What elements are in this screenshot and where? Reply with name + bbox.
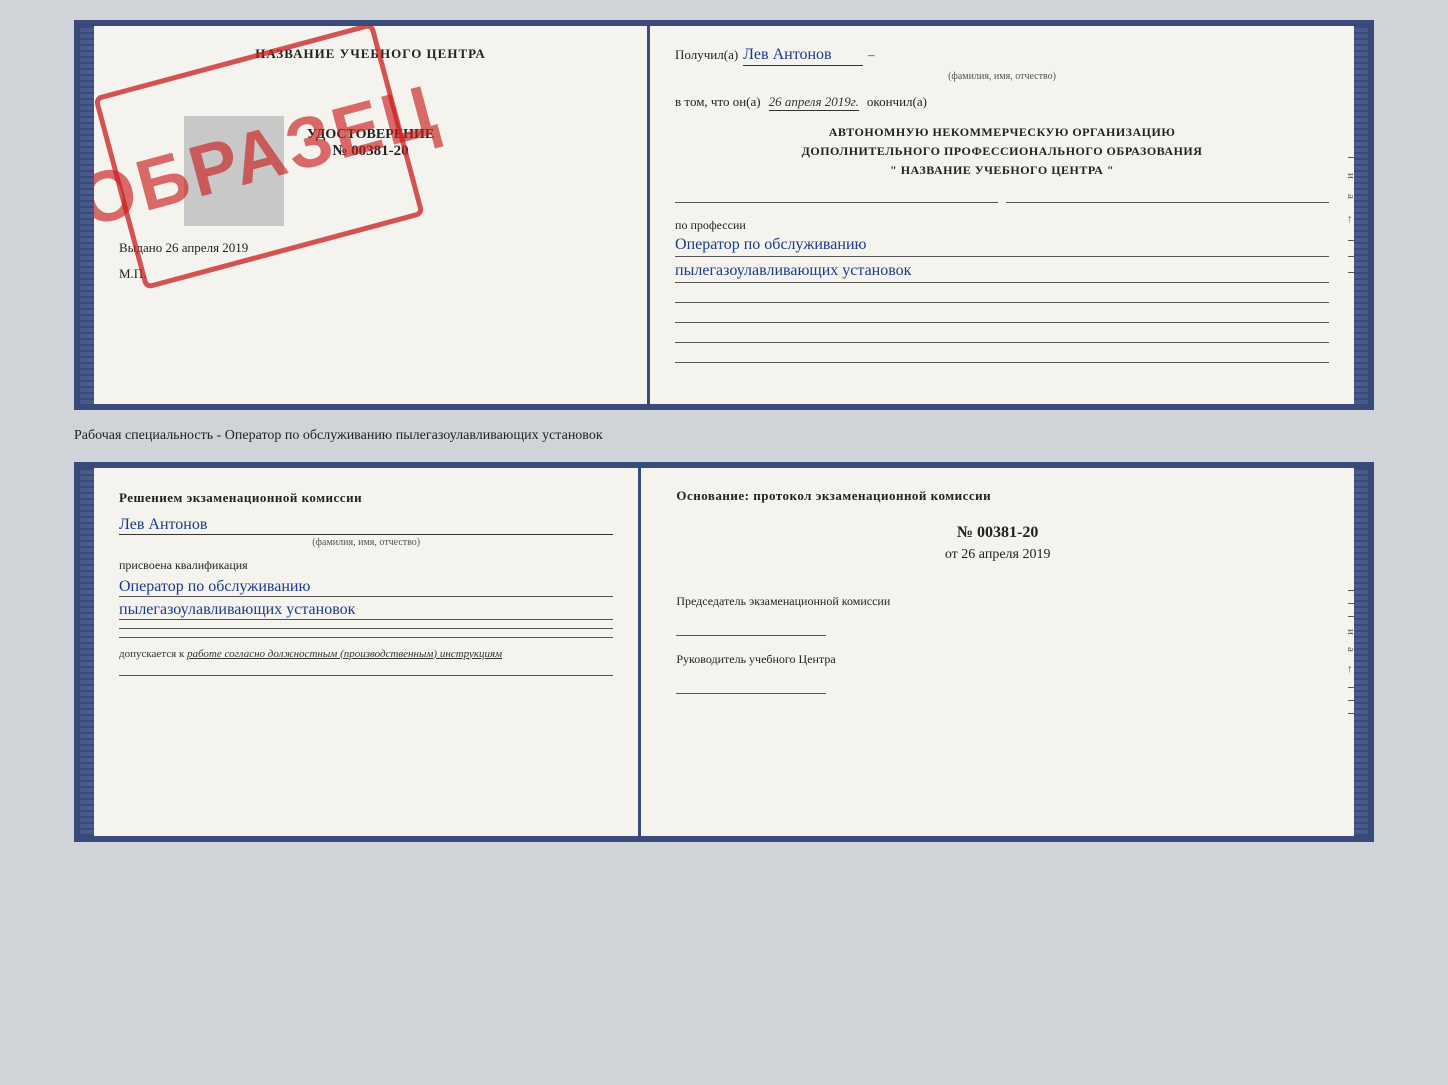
cert-date-value: 26 апреля 2019г.: [769, 94, 859, 111]
poluchil-name: Лев Антонов: [743, 46, 863, 66]
right-line-1: [675, 291, 1329, 303]
right-dash-2: [1006, 191, 1329, 203]
ot-prefix: от: [945, 547, 958, 562]
date-line: в том, что он(а) 26 апреля 2019г. окончи…: [675, 94, 1329, 111]
bottom-line-1: [119, 628, 613, 629]
right-line-2: [675, 311, 1329, 323]
bottom-line-3: [119, 675, 613, 676]
bottom-name-value: Лев Антонов: [119, 516, 613, 535]
org-line3: " НАЗВАНИЕ УЧЕБНОГО ЦЕНТРА ": [675, 161, 1329, 180]
predsedatel-block: Председатель экзаменационной комиссии: [676, 593, 1319, 636]
document-container: НАЗВАНИЕ УЧЕБНОГО ЦЕНТРА ОБРАЗЕЦ УДОСТОВ…: [74, 20, 1374, 842]
cert-left-title: НАЗВАНИЕ УЧЕБНОГО ЦЕНТРА: [119, 46, 622, 62]
bottom-left-panel: Решением экзаменационной комиссии Лев Ан…: [94, 468, 641, 836]
cert-right-panel: Получил(а) Лев Антонов – (фамилия, имя, …: [650, 26, 1354, 404]
poluchil-label: Получил(а): [675, 47, 738, 63]
profession-line2: пылегазоулавливающих установок: [675, 262, 1329, 283]
org-line1: АВТОНОМНУЮ НЕКОММЕРЧЕСКУЮ ОРГАНИЗАЦИЮ: [675, 123, 1329, 142]
bottom-right-sidebar: и а ←: [1340, 468, 1362, 836]
vtom-label: в том, что он(а): [675, 94, 761, 110]
bottom-right-panel: Основание: протокол экзаменационной коми…: [641, 468, 1354, 836]
resheniem-title: Решением экзаменационной комиссии: [119, 488, 613, 508]
cert-mp: М.П.: [119, 266, 622, 282]
cert-right-sidebar: и а ←: [1340, 26, 1362, 404]
predsedatel-line: [676, 635, 826, 636]
rukovoditel-line: [676, 693, 826, 694]
right-line-3: [675, 331, 1329, 343]
vydano-label: Выдано: [119, 240, 162, 255]
osnov-date: от 26 апреля 2019: [676, 547, 1319, 563]
osnov-date-value: 26 апреля 2019: [961, 547, 1050, 562]
predsedatel-title: Председатель экзаменационной комиссии: [676, 593, 1319, 610]
rukovoditel-block: Руководитель учебного Центра: [676, 651, 1319, 694]
dopusk-block: допускается к работе согласно должностны…: [119, 648, 613, 660]
cert-left-panel: НАЗВАНИЕ УЧЕБНОГО ЦЕНТРА ОБРАЗЕЦ УДОСТОВ…: [94, 26, 650, 404]
cert-udost-label: УДОСТОВЕРЕНИЕ: [119, 127, 622, 143]
cert-vydano-line: Выдано 26 апреля 2019: [119, 240, 622, 256]
fio-sublabel: (фамилия, имя, отчество): [675, 71, 1329, 82]
kval-line2: пылегазоулавливающих установок: [119, 601, 613, 620]
osnov-label: Основание: протокол экзаменационной коми…: [676, 488, 1319, 504]
between-label: Рабочая специальность - Оператор по обсл…: [74, 420, 603, 452]
kval-line1: Оператор по обслуживанию: [119, 578, 613, 597]
prisvoena-label: присвоена квалификация: [119, 558, 613, 573]
dopusk-value: работе согласно должностным (производств…: [187, 648, 502, 660]
bottom-line-2: [119, 637, 613, 638]
org-block: АВТОНОМНУЮ НЕКОММЕРЧЕСКУЮ ОРГАНИЗАЦИЮ ДО…: [675, 123, 1329, 181]
top-spine-left: [80, 26, 94, 404]
osnov-number: № 00381-20: [676, 524, 1319, 542]
org-line2: ДОПОЛНИТЕЛЬНОГО ПРОФЕССИОНАЛЬНОГО ОБРАЗО…: [675, 142, 1329, 161]
bottom-fio-sub: (фамилия, имя, отчество): [119, 537, 613, 548]
dopusk-label: допускается к: [119, 648, 184, 660]
bottom-spine-left: [80, 468, 94, 836]
bottom-certificate: Решением экзаменационной комиссии Лев Ан…: [74, 462, 1374, 842]
profession-line1: Оператор по обслуживанию: [675, 236, 1329, 257]
poluchil-line: Получил(а) Лев Антонов –: [675, 46, 1329, 66]
right-dash-1: [675, 191, 998, 203]
right-line-4: [675, 351, 1329, 363]
vydano-date: 26 апреля 2019: [166, 240, 249, 255]
okonchil-label: окончил(а): [867, 94, 927, 110]
rukovoditel-title: Руководитель учебного Центра: [676, 651, 1319, 668]
profession-label: по профессии: [675, 218, 1329, 233]
cert-number: № 00381-20: [119, 143, 622, 160]
top-certificate: НАЗВАНИЕ УЧЕБНОГО ЦЕНТРА ОБРАЗЕЦ УДОСТОВ…: [74, 20, 1374, 410]
